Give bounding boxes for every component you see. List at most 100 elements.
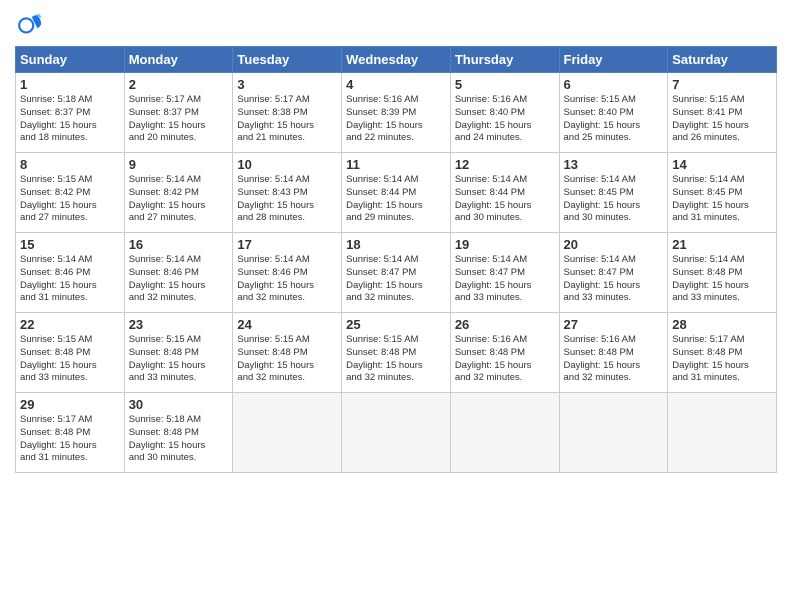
calendar-cell: 8 Sunrise: 5:15 AM Sunset: 8:42 PM Daylig… — [16, 153, 125, 233]
day-info: Sunrise: 5:15 AM Sunset: 8:48 PM Dayligh… — [346, 334, 446, 385]
calendar: SundayMondayTuesdayWednesdayThursdayFrid… — [15, 46, 777, 473]
calendar-cell: 28 Sunrise: 5:17 AM Sunset: 8:48 PM Dayli… — [668, 313, 777, 393]
calendar-cell: 29 Sunrise: 5:17 AM Sunset: 8:48 PM Dayli… — [16, 393, 125, 473]
day-info: Sunrise: 5:17 AM Sunset: 8:48 PM Dayligh… — [20, 414, 120, 465]
day-number: 4 — [346, 77, 446, 92]
day-number: 29 — [20, 397, 120, 412]
day-info: Sunrise: 5:17 AM Sunset: 8:38 PM Dayligh… — [237, 94, 337, 145]
calendar-header-saturday: Saturday — [668, 47, 777, 73]
calendar-header-thursday: Thursday — [450, 47, 559, 73]
calendar-cell: 10Sunrise: 5:14 AM Sunset: 8:43 PM Dayli… — [233, 153, 342, 233]
day-info: Sunrise: 5:15 AM Sunset: 8:48 PM Dayligh… — [237, 334, 337, 385]
day-number: 23 — [129, 317, 229, 332]
day-info: Sunrise: 5:18 AM Sunset: 8:48 PM Dayligh… — [129, 414, 229, 465]
calendar-cell: 26 Sunrise: 5:16 AM Sunset: 8:48 PM Dayli… — [450, 313, 559, 393]
day-info: Sunrise: 5:15 AM Sunset: 8:48 PM Dayligh… — [20, 334, 120, 385]
calendar-cell: 12 Sunrise: 5:14 AM Sunset: 8:44 PM Dayli… — [450, 153, 559, 233]
calendar-cell: 18 Sunrise: 5:14 AM Sunset: 8:47 PM Dayli… — [342, 233, 451, 313]
calendar-cell: 30 Sunrise: 5:18 AM Sunset: 8:48 PM Dayli… — [124, 393, 233, 473]
calendar-cell: 27 Sunrise: 5:16 AM Sunset: 8:48 PM Dayli… — [559, 313, 668, 393]
calendar-cell: 15 Sunrise: 5:14 AM Sunset: 8:46 PM Dayli… — [16, 233, 125, 313]
day-info: Sunrise: 5:14 AM Sunset: 8:43 PM Dayligh… — [237, 174, 337, 225]
calendar-cell: 14 Sunrise: 5:14 AM Sunset: 8:45 PM Dayli… — [668, 153, 777, 233]
calendar-week-2: 8 Sunrise: 5:15 AM Sunset: 8:42 PM Daylig… — [16, 153, 777, 233]
day-number: 17 — [237, 237, 337, 252]
day-number: 9 — [129, 157, 229, 172]
calendar-cell: 17 Sunrise: 5:14 AM Sunset: 8:46 PM Dayli… — [233, 233, 342, 313]
calendar-header-sunday: Sunday — [16, 47, 125, 73]
calendar-cell: 13 Sunrise: 5:14 AM Sunset: 8:45 PM Dayli… — [559, 153, 668, 233]
calendar-cell: 21Sunrise: 5:14 AM Sunset: 8:48 PM Dayli… — [668, 233, 777, 313]
day-number: 28 — [672, 317, 772, 332]
calendar-cell — [233, 393, 342, 473]
calendar-cell: 23Sunrise: 5:15 AM Sunset: 8:48 PM Dayli… — [124, 313, 233, 393]
day-info: Sunrise: 5:16 AM Sunset: 8:48 PM Dayligh… — [564, 334, 664, 385]
day-info: Sunrise: 5:15 AM Sunset: 8:41 PM Dayligh… — [672, 94, 772, 145]
day-number: 12 — [455, 157, 555, 172]
day-info: Sunrise: 5:14 AM Sunset: 8:47 PM Dayligh… — [564, 254, 664, 305]
day-info: Sunrise: 5:15 AM Sunset: 8:42 PM Dayligh… — [20, 174, 120, 225]
calendar-cell: 9 Sunrise: 5:14 AM Sunset: 8:42 PM Daylig… — [124, 153, 233, 233]
calendar-cell — [342, 393, 451, 473]
day-number: 7 — [672, 77, 772, 92]
day-info: Sunrise: 5:14 AM Sunset: 8:46 PM Dayligh… — [20, 254, 120, 305]
logo — [15, 10, 47, 38]
day-number: 26 — [455, 317, 555, 332]
day-number: 1 — [20, 77, 120, 92]
calendar-week-1: 1Sunrise: 5:18 AM Sunset: 8:37 PM Daylig… — [16, 73, 777, 153]
calendar-cell: 2Sunrise: 5:17 AM Sunset: 8:37 PM Daylig… — [124, 73, 233, 153]
day-info: Sunrise: 5:14 AM Sunset: 8:45 PM Dayligh… — [672, 174, 772, 225]
day-number: 3 — [237, 77, 337, 92]
calendar-cell: 19 Sunrise: 5:14 AM Sunset: 8:47 PM Dayli… — [450, 233, 559, 313]
day-number: 22 — [20, 317, 120, 332]
day-info: Sunrise: 5:15 AM Sunset: 8:40 PM Dayligh… — [564, 94, 664, 145]
day-number: 21 — [672, 237, 772, 252]
calendar-cell: 5Sunrise: 5:16 AM Sunset: 8:40 PM Daylig… — [450, 73, 559, 153]
day-info: Sunrise: 5:14 AM Sunset: 8:47 PM Dayligh… — [455, 254, 555, 305]
day-info: Sunrise: 5:16 AM Sunset: 8:48 PM Dayligh… — [455, 334, 555, 385]
calendar-cell — [450, 393, 559, 473]
day-info: Sunrise: 5:14 AM Sunset: 8:42 PM Dayligh… — [129, 174, 229, 225]
calendar-cell: 4 Sunrise: 5:16 AM Sunset: 8:39 PM Daylig… — [342, 73, 451, 153]
calendar-header-wednesday: Wednesday — [342, 47, 451, 73]
day-info: Sunrise: 5:14 AM Sunset: 8:44 PM Dayligh… — [455, 174, 555, 225]
calendar-cell: 1Sunrise: 5:18 AM Sunset: 8:37 PM Daylig… — [16, 73, 125, 153]
calendar-cell: 25 Sunrise: 5:15 AM Sunset: 8:48 PM Dayli… — [342, 313, 451, 393]
day-number: 20 — [564, 237, 664, 252]
day-number: 16 — [129, 237, 229, 252]
day-info: Sunrise: 5:14 AM Sunset: 8:46 PM Dayligh… — [237, 254, 337, 305]
calendar-cell: 22 Sunrise: 5:15 AM Sunset: 8:48 PM Dayli… — [16, 313, 125, 393]
day-number: 19 — [455, 237, 555, 252]
calendar-cell: 20 Sunrise: 5:14 AM Sunset: 8:47 PM Dayli… — [559, 233, 668, 313]
main-container: SundayMondayTuesdayWednesdayThursdayFrid… — [0, 0, 792, 483]
day-number: 24 — [237, 317, 337, 332]
day-info: Sunrise: 5:16 AM Sunset: 8:39 PM Dayligh… — [346, 94, 446, 145]
calendar-cell — [559, 393, 668, 473]
calendar-week-3: 15 Sunrise: 5:14 AM Sunset: 8:46 PM Dayli… — [16, 233, 777, 313]
logo-icon — [15, 10, 43, 38]
day-info: Sunrise: 5:14 AM Sunset: 8:47 PM Dayligh… — [346, 254, 446, 305]
day-number: 15 — [20, 237, 120, 252]
day-info: Sunrise: 5:14 AM Sunset: 8:45 PM Dayligh… — [564, 174, 664, 225]
day-number: 18 — [346, 237, 446, 252]
day-info: Sunrise: 5:17 AM Sunset: 8:48 PM Dayligh… — [672, 334, 772, 385]
header — [15, 10, 777, 38]
day-info: Sunrise: 5:14 AM Sunset: 8:46 PM Dayligh… — [129, 254, 229, 305]
calendar-cell: 7 Sunrise: 5:15 AM Sunset: 8:41 PM Daylig… — [668, 73, 777, 153]
day-number: 27 — [564, 317, 664, 332]
calendar-header-tuesday: Tuesday — [233, 47, 342, 73]
calendar-week-4: 22 Sunrise: 5:15 AM Sunset: 8:48 PM Dayli… — [16, 313, 777, 393]
day-number: 14 — [672, 157, 772, 172]
calendar-cell: 16 Sunrise: 5:14 AM Sunset: 8:46 PM Dayli… — [124, 233, 233, 313]
day-number: 25 — [346, 317, 446, 332]
calendar-week-5: 29 Sunrise: 5:17 AM Sunset: 8:48 PM Dayli… — [16, 393, 777, 473]
day-number: 8 — [20, 157, 120, 172]
calendar-cell: 3 Sunrise: 5:17 AM Sunset: 8:38 PM Daylig… — [233, 73, 342, 153]
day-number: 5 — [455, 77, 555, 92]
calendar-cell: 6Sunrise: 5:15 AM Sunset: 8:40 PM Daylig… — [559, 73, 668, 153]
day-number: 13 — [564, 157, 664, 172]
day-number: 30 — [129, 397, 229, 412]
calendar-header-friday: Friday — [559, 47, 668, 73]
calendar-header-monday: Monday — [124, 47, 233, 73]
calendar-cell: 11Sunrise: 5:14 AM Sunset: 8:44 PM Dayli… — [342, 153, 451, 233]
